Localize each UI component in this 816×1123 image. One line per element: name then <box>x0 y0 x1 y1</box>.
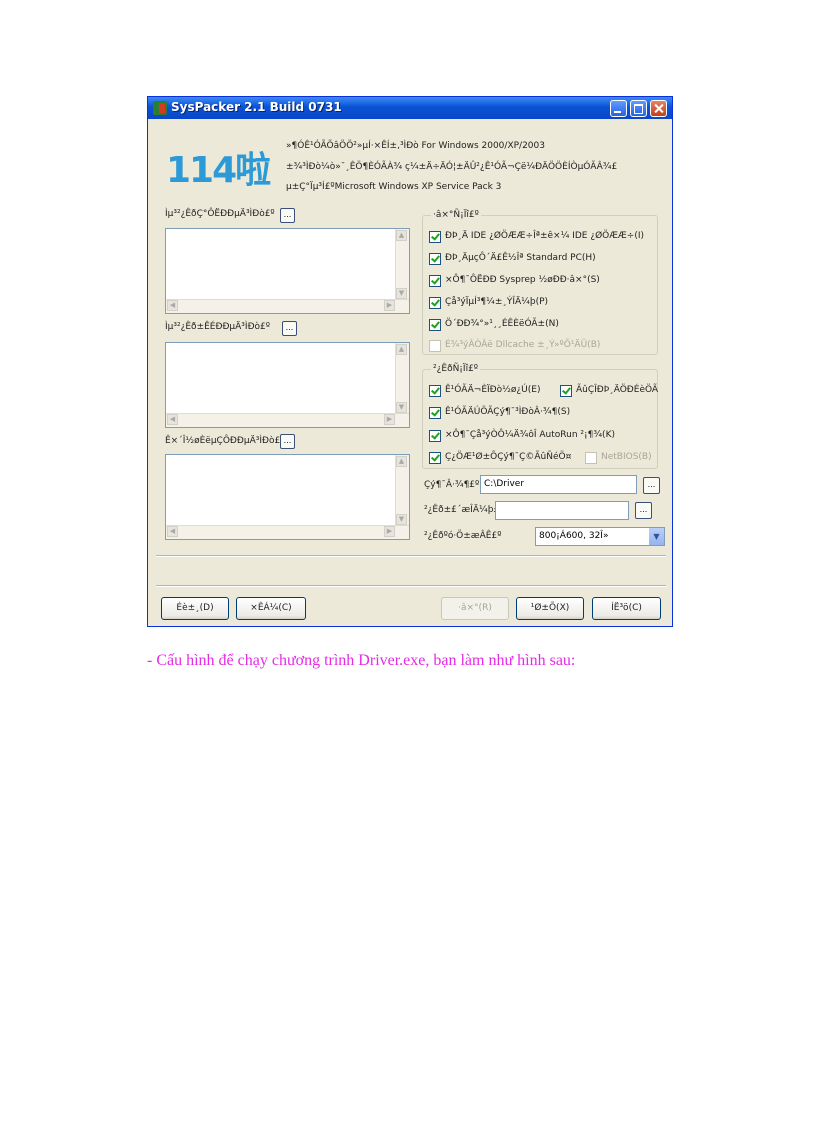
pack-options-title: ·â×°Ñ¡Ïî£º <box>431 210 481 220</box>
divider <box>156 585 666 587</box>
ide-controller-checkbox[interactable] <box>429 231 441 243</box>
deploy-options-title: ²¿ÊðÑ¡Ïî£º <box>431 364 481 374</box>
netbios-label: NetBIOS(B) <box>601 452 652 462</box>
standard-pc-checkbox[interactable] <box>429 253 441 265</box>
netbios-checkbox[interactable] <box>585 452 597 464</box>
horizontal-scrollbar[interactable]: ◀ ▶ <box>166 413 409 427</box>
first-login-textarea[interactable]: ▲ ▼ ◀ ▶ <box>165 454 410 540</box>
logo-text: 114啦 <box>166 150 271 191</box>
window-title: SysPacker 2.1 Build 0731 <box>171 100 342 114</box>
driver-path-option-label: Ê¹ÓÃÄÚÖÃÇý¶¯³ÌÐòÂ·¾¶(S) <box>445 407 571 417</box>
vertical-scrollbar[interactable]: ▲ ▼ <box>395 455 409 526</box>
scroll-up-icon[interactable]: ▲ <box>396 456 407 467</box>
driver-path-label: Çý¶¯Â·¾¶£º <box>424 480 480 490</box>
driver-path-input[interactable]: C:\Driver <box>480 475 637 494</box>
clean-backup-checkbox[interactable] <box>429 297 441 309</box>
pre-deploy-textarea[interactable]: ▲ ▼ ◀ ▶ <box>165 228 410 314</box>
horizontal-scrollbar[interactable]: ◀ ▶ <box>166 299 409 313</box>
vertical-scrollbar[interactable]: ▲ ▼ <box>395 343 409 414</box>
caption-text: - Cấu hình để chạy chương trình Driver.e… <box>147 652 576 669</box>
close-window-button[interactable] <box>650 100 667 117</box>
extra-option-label: ÃûÇÎÐÞ¸ÄÖÐÉèÖÃ <box>576 385 659 395</box>
save-file-browse-button[interactable]: ... <box>635 502 652 519</box>
run-label: Ö´ÐÐ¾°»¹¸¸ÉÊÈëÓÃ±(N) <box>445 319 559 329</box>
devices-button[interactable]: Éè±¸(D) <box>161 597 229 620</box>
first-login-label: Ê×´Î½øÈëµÇÔÐÐµÄ³ÌÐò£º <box>165 436 285 446</box>
horizontal-scrollbar[interactable]: ◀ ▶ <box>166 525 409 539</box>
standard-pc-label: ÐÞ¸ÄµçÔ´Ä£Ê½Îª Standard PC(H) <box>445 253 596 263</box>
info-line-1: »¶Ó­Ê¹ÓÃÕâÖÖ²»µÍ·×ÊÍ±,³ÌÐò For Windows 2… <box>286 141 545 151</box>
pack-button[interactable]: ·â×°(R) <box>441 597 509 620</box>
post-deploy-browse-button[interactable]: ... <box>282 321 297 336</box>
app-icon <box>153 101 167 115</box>
first-login-browse-button[interactable]: ... <box>280 434 295 449</box>
scroll-up-icon[interactable]: ▲ <box>396 344 407 355</box>
info-line-3: µ±Ç°Ïµ³Í£ºMicrosoft Windows XP Service P… <box>286 182 502 192</box>
exit-button[interactable]: ÍË³ö(C) <box>592 597 661 620</box>
scroll-down-icon[interactable]: ▼ <box>396 402 407 413</box>
scroll-right-icon[interactable]: ▶ <box>384 526 395 537</box>
minimize-button[interactable] <box>610 100 627 117</box>
pre-deploy-browse-button[interactable]: ... <box>280 208 295 223</box>
clean-backup-label: Çå³ýÏµÍ³¶¼±¸ÝÎÄ¼þ(P) <box>445 297 549 307</box>
vertical-scrollbar[interactable]: ▲ ▼ <box>395 229 409 300</box>
scroll-left-icon[interactable]: ◀ <box>167 300 178 311</box>
maximize-button[interactable] <box>630 100 647 117</box>
save-file-label: ²¿Êð±£´æÎÄ¼þ£º <box>424 505 504 515</box>
run-checkbox[interactable] <box>429 319 441 331</box>
title-bar[interactable]: SysPacker 2.1 Build 0731 <box>148 97 672 119</box>
close-button[interactable]: ¹Ø±Õ(X) <box>516 597 584 620</box>
scroll-left-icon[interactable]: ◀ <box>167 526 178 537</box>
resources-button[interactable]: ×ÊÁ¼(C) <box>236 597 306 620</box>
save-file-input[interactable] <box>495 501 629 520</box>
default-order-label: Ê¹ÓÃÄ¬ÈÏÐò½ø¿Ú(E) <box>445 385 541 395</box>
post-deploy-textarea[interactable]: ▲ ▼ ◀ ▶ <box>165 342 410 428</box>
chevron-down-icon[interactable]: ▼ <box>649 528 664 545</box>
sysprep-label: ×Ô¶¯ÔËÐÐ Sysprep ½øÐÐ·â×°(S) <box>445 275 600 285</box>
scroll-right-icon[interactable]: ▶ <box>384 300 395 311</box>
scroll-down-icon[interactable]: ▼ <box>396 288 407 299</box>
scroll-down-icon[interactable]: ▼ <box>396 514 407 525</box>
default-order-checkbox[interactable] <box>429 385 441 397</box>
scroll-left-icon[interactable]: ◀ <box>167 414 178 425</box>
pre-deploy-label: Ìµ³²¿ÊðÇ°ÔËÐÐµÄ³ÌÐò£º <box>165 209 275 219</box>
resolution-value: 800¡Á600, 32Î» <box>539 531 609 541</box>
signature-checkbox[interactable] <box>429 452 441 464</box>
resolution-select[interactable]: 800¡Á600, 32Î» ▼ <box>535 527 665 546</box>
signature-label: Ç¿ÖÆ¹Ø±ÕÇý¶¯Ç©ÃûÑéÖ¤ <box>445 452 572 462</box>
driver-path-checkbox[interactable] <box>429 407 441 419</box>
syspacker-window: SysPacker 2.1 Build 0731 114啦 »¶Ó­Ê¹ÓÃÕâ… <box>147 96 673 627</box>
dllcache-label: É¾³ýÂÒÂë Dllcache ±¸Ý»ºÕ¹ÄÜ(B) <box>445 340 601 350</box>
info-line-2: ±¾³ÌÐò¼ò»¯¸ÊÖ¶ÈÓÃÀ¾ ç¼±Ä÷ÄÓ¦±ÄÛ²¿Ê¹ÓÃ¬Çë… <box>286 162 618 172</box>
dllcache-checkbox[interactable] <box>429 340 441 352</box>
sysprep-checkbox[interactable] <box>429 275 441 287</box>
resolution-label: ²¿Êðºó·Ö±æÂÊ£º <box>424 531 502 541</box>
extra-option-checkbox[interactable] <box>560 385 572 397</box>
scroll-right-icon[interactable]: ▶ <box>384 414 395 425</box>
ide-controller-label: ÐÞ¸Ä IDE ¿ØÖÆÆ÷Îª±ê×¼ IDE ¿ØÖÆÆ÷(I) <box>445 231 645 241</box>
scroll-up-icon[interactable]: ▲ <box>396 230 407 241</box>
autorun-label: ×Ô¶¯Çå³ýÒÔ¼Ä¾ôÎ AutoRun ²¡¶¾(K) <box>445 430 615 440</box>
autorun-checkbox[interactable] <box>429 430 441 442</box>
post-deploy-label: Ìµ³²¿Êð±ÊÉÐÐµÄ³ÌÐò£º <box>165 322 271 332</box>
divider <box>156 555 666 557</box>
driver-path-browse-button[interactable]: ... <box>643 477 660 494</box>
logo: 114啦 <box>162 137 278 191</box>
